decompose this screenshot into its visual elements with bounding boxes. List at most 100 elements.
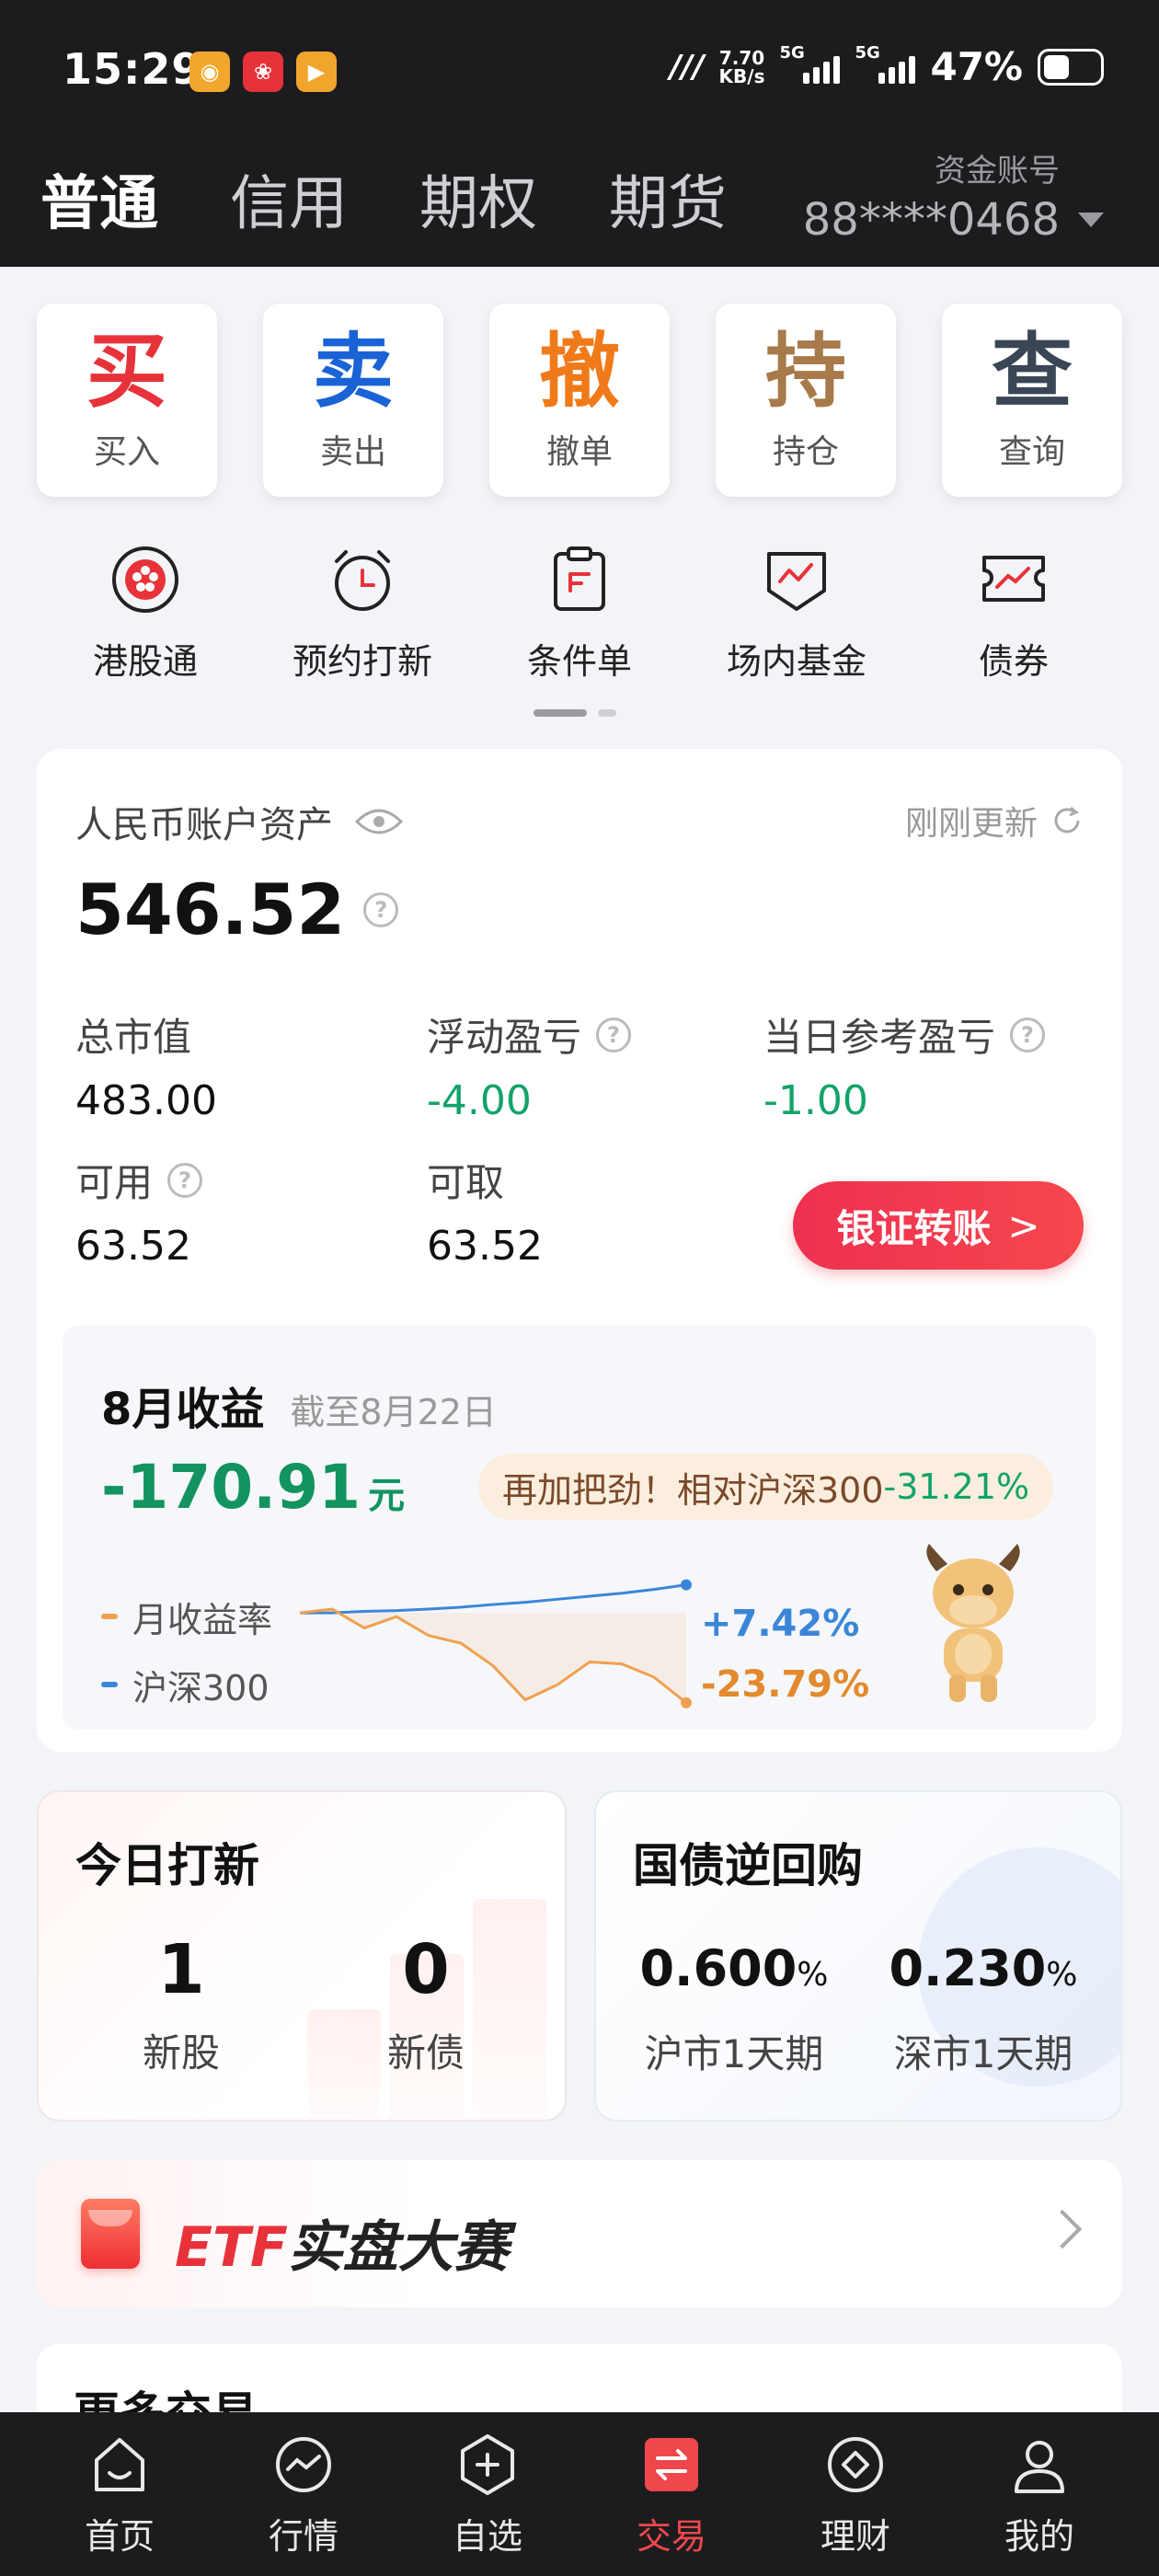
index-series-line xyxy=(300,1583,687,1615)
index-return-label: +7.42% xyxy=(701,1603,860,1645)
dropdown-caret-icon xyxy=(1078,213,1104,227)
index-end-point xyxy=(681,1579,692,1591)
asset-title: 人民币账户资产 xyxy=(75,804,333,846)
withdrawable-funds: 63.52 xyxy=(427,1223,543,1270)
tab-futures[interactable]: 期货 xyxy=(609,156,727,241)
market-value: 483.00 xyxy=(75,1077,217,1124)
status-bar: 15:29 ◉ ❀ ▶ /// 7.70 KB/s 5G 5G 47% xyxy=(0,0,1159,147)
withdrawable-label: 可取 xyxy=(427,1160,505,1205)
sell-button[interactable]: 卖 卖出 xyxy=(263,304,443,497)
video-app-icon: ▶ xyxy=(296,52,337,92)
page-indicator xyxy=(534,709,616,717)
watchlist-plus-icon xyxy=(461,2434,514,2495)
chevron-right-icon xyxy=(1042,2209,1083,2249)
ox-mascot-icon xyxy=(926,1544,1020,1702)
help-icon[interactable]: ? xyxy=(1010,1017,1046,1052)
legend-monthly: 月收益率 xyxy=(132,1599,273,1640)
help-icon[interactable]: ? xyxy=(167,1162,203,1198)
refresh-status[interactable]: 刚刚更新 xyxy=(905,797,1084,845)
battery-icon xyxy=(1038,48,1104,86)
nav-watchlist[interactable]: 自选 xyxy=(405,2412,570,2576)
repo-card-title: 国债逆回购 xyxy=(633,1839,863,1892)
signal-5g-icon: 5G xyxy=(855,43,916,84)
return-sparkline-chart xyxy=(299,1579,692,1708)
fund-shield-icon xyxy=(767,552,826,611)
floating-pl-label: 浮动盈亏 xyxy=(427,1015,582,1060)
header: 15:29 ◉ ❀ ▶ /// 7.70 KB/s 5G 5G 47% 普通 信… xyxy=(0,0,1159,267)
exchange-fund-button[interactable]: 场内基金 xyxy=(688,543,905,684)
tab-normal[interactable]: 普通 xyxy=(40,156,158,241)
tab-options[interactable]: 期权 xyxy=(419,156,537,241)
nav-profile[interactable]: 我的 xyxy=(957,2412,1122,2576)
wealth-diamond-icon xyxy=(828,2437,883,2492)
ipo-reservation-button[interactable]: 预约打新 xyxy=(254,543,471,684)
etf-contest-banner[interactable]: ETF实盘大赛 xyxy=(37,2160,1122,2307)
weibo-app-icon: ◉ xyxy=(189,52,230,92)
daily-pl-label: 当日参考盈亏 xyxy=(763,1015,996,1060)
sz-repo-rate[interactable]: 0.230% 深市1天期 xyxy=(868,1939,1098,2079)
new-stocks[interactable]: 1 新股 xyxy=(112,1930,250,2078)
network-speed: 7.70 KB/s xyxy=(718,46,765,87)
user-icon xyxy=(1015,2441,1064,2493)
monthly-returns[interactable]: 8月收益 截至8月22日 -170.91 元 再加把劲！相对沪深300 -31.21… xyxy=(63,1325,1096,1730)
bank-transfer-button[interactable]: 银证转账 > xyxy=(793,1181,1084,1270)
ipo-today-card[interactable]: 今日打新 1 新股 0 新债 xyxy=(37,1790,567,2122)
help-icon[interactable]: ? xyxy=(596,1017,632,1052)
available-label: 可用 xyxy=(75,1160,154,1205)
asset-card: 人民币账户资产 刚刚更新 546.52 ? 总市值 483.00 浮动盈亏? -… xyxy=(37,749,1122,1752)
nav-home[interactable]: 首页 xyxy=(37,2412,202,2576)
nav-trade[interactable]: 交易 xyxy=(589,2412,754,2576)
etf-contest-title: ETF实盘大赛 xyxy=(175,2215,509,2280)
account-type-tabs: 普通 信用 期权 期货 xyxy=(40,156,727,241)
monthly-as-of: 截至8月22日 xyxy=(290,1392,497,1432)
tab-credit[interactable]: 信用 xyxy=(230,156,348,241)
account-selector[interactable]: 资金账号 88****0468 xyxy=(803,145,1104,246)
monthly-return-label: -23.79% xyxy=(701,1663,870,1706)
refresh-icon xyxy=(1054,806,1080,834)
trade-swap-icon xyxy=(645,2438,698,2491)
clipboard-icon xyxy=(554,546,605,611)
hk-flower-icon xyxy=(112,546,178,613)
positions-button[interactable]: 持 持仓 xyxy=(716,304,896,497)
query-button[interactable]: 查 查询 xyxy=(942,304,1122,497)
conditional-order-button[interactable]: 条件单 xyxy=(471,543,688,684)
clock: 15:29 xyxy=(63,44,202,94)
signal-5g-icon: 5G xyxy=(779,43,841,84)
monthly-end-point xyxy=(681,1696,692,1708)
new-bonds[interactable]: 0 新债 xyxy=(357,1930,495,2078)
relative-return-badge: 再加把劲！相对沪深300 -31.21% xyxy=(478,1454,1054,1520)
help-icon[interactable]: ? xyxy=(363,891,399,927)
sh-repo-rate[interactable]: 0.600% 沪市1天期 xyxy=(624,1939,844,2079)
account-number: 88****0468 xyxy=(802,194,1060,246)
home-icon xyxy=(95,2438,144,2491)
red-envelope-icon xyxy=(81,2199,140,2269)
quick-actions: 买 买入 卖 卖出 撤 撤单 持 持仓 查 查询 xyxy=(37,304,1122,497)
ipo-card-title: 今日打新 xyxy=(75,1839,259,1892)
bottom-navigation: 首页 行情 自选 交易 理财 我的 xyxy=(0,2412,1159,2576)
nav-wealth[interactable]: 理财 xyxy=(773,2412,938,2576)
feature-icons: 港股通 预约打新 条件单 场内基金 债券 xyxy=(37,543,1122,684)
nav-market[interactable]: 行情 xyxy=(221,2412,386,2576)
nfc-icon: /// xyxy=(670,48,705,86)
account-label: 资金账号 xyxy=(935,153,1060,190)
bonds-button[interactable]: 债券 xyxy=(905,543,1122,684)
battery-percent: 47% xyxy=(930,44,1023,89)
hk-connect-button[interactable]: 港股通 xyxy=(37,543,254,684)
bond-ticket-icon xyxy=(982,556,1045,602)
market-value-label: 总市值 xyxy=(75,1015,192,1060)
monthly-title: 8月收益 xyxy=(101,1384,265,1435)
available-funds: 63.52 xyxy=(75,1223,191,1270)
monthly-return-value: -170.91 元 xyxy=(101,1452,406,1523)
chart-legend: 月收益率 沪深300 xyxy=(101,1582,272,1719)
eye-icon[interactable] xyxy=(355,807,403,836)
treasury-repo-card[interactable]: 国债逆回购 0.600% 沪市1天期 0.230% 深市1天期 xyxy=(594,1790,1122,2122)
market-chart-icon xyxy=(276,2437,331,2492)
cancel-order-button[interactable]: 撤 撤单 xyxy=(489,304,670,497)
floating-pl: -4.00 xyxy=(427,1077,532,1124)
chevron-right-icon: > xyxy=(1007,1202,1040,1248)
total-assets: 546.52 xyxy=(75,868,346,950)
legend-index: 沪深300 xyxy=(132,1667,270,1708)
alarm-clock-icon xyxy=(335,550,390,611)
daily-pl: -1.00 xyxy=(763,1077,868,1124)
buy-button[interactable]: 买 买入 xyxy=(37,304,217,497)
